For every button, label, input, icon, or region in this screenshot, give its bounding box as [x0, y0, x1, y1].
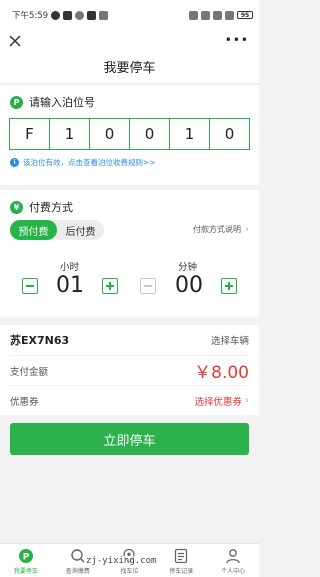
hours-decrement-button[interactable] [22, 278, 38, 294]
park-now-button[interactable]: 立即停车 [10, 423, 249, 455]
amount-label: 支付金额 [10, 366, 49, 378]
info-icon: i [10, 158, 19, 167]
bluetooth-icon [189, 10, 198, 20]
wifi-icon [225, 10, 234, 20]
battery-level: 95 [240, 11, 250, 19]
amount-row: 支付金额 ￥8.00 [10, 355, 249, 385]
berth-char-cell[interactable]: 1 [170, 119, 210, 149]
svg-text:P: P [23, 553, 30, 563]
payment-section-label: 付费方式 [29, 201, 73, 214]
vehicle-row: 苏EX7N63 选择车辆 [10, 325, 249, 355]
watermark: zj-yixing.com [84, 556, 159, 566]
payment-section-title: ¥ 付费方式 [10, 199, 73, 215]
person-icon [226, 549, 240, 564]
amount-value: ￥8.00 [194, 363, 249, 383]
list-icon [175, 548, 188, 564]
minutes-label: 分钟 [178, 262, 198, 273]
tab-label: 查询缴费 [65, 568, 90, 575]
tab-profile[interactable]: 个人中心 [207, 544, 259, 577]
app-notification-icon [63, 10, 73, 20]
tab-label: 我要停车 [13, 568, 38, 575]
order-card: 苏EX7N63 选择车辆 支付金额 ￥8.00 优惠券 选择优惠券 › [0, 325, 259, 415]
minutes-decrement-button[interactable] [140, 278, 156, 294]
select-coupon-label: 选择优惠券 [194, 396, 242, 408]
berth-input[interactable]: F 1 0 0 1 0 [9, 118, 250, 150]
prepay-option[interactable]: 预付费 [10, 220, 57, 240]
berth-notice-text: 该泊位有效，点击查看泊位收费规则>> [23, 158, 156, 167]
app-icon [87, 10, 97, 20]
tab-parking-records[interactable]: 停车记录 [155, 544, 207, 577]
select-coupon-link[interactable]: 选择优惠券 › [194, 394, 249, 408]
hours-value: 01 [56, 273, 84, 298]
coupon-row: 优惠券 选择优惠券 › [10, 385, 249, 415]
signal-icon [213, 10, 222, 20]
more-options-icon[interactable]: ••• [225, 34, 249, 46]
berth-section-title: P 请输入泊位号 [10, 94, 95, 110]
postpay-option[interactable]: 后付费 [57, 220, 104, 240]
minutes-value: 00 [175, 273, 203, 298]
berth-notice-link[interactable]: i 该泊位有效，点击查看泊位收费规则>> [10, 157, 156, 168]
title-bar: ••• [0, 30, 259, 54]
status-bar: 下午5:59 95 [0, 0, 259, 30]
berth-char-cell[interactable]: 0 [210, 119, 249, 149]
hours-label: 小时 [60, 262, 80, 273]
parking-icon: P [18, 549, 33, 563]
battery-indicator: 95 [237, 11, 253, 19]
vehicle-plate: 苏EX7N63 [10, 334, 70, 347]
hours-increment-button[interactable] [102, 278, 118, 294]
payment-method-note-link[interactable]: 付款方式说明 › [193, 224, 249, 235]
chevron-right-icon: › [245, 395, 249, 406]
berth-char-cell[interactable]: 0 [90, 119, 130, 149]
parking-icon: P [10, 95, 23, 109]
status-left: 下午5:59 [12, 9, 109, 21]
money-icon: ¥ [10, 200, 23, 214]
payment-method-note-label: 付款方式说明 [193, 225, 241, 234]
minutes-increment-button[interactable] [221, 278, 237, 294]
payment-card: ¥ 付费方式 预付费 后付费 付款方式说明 › 小时 01 分钟 00 [0, 190, 259, 317]
chevron-right-icon: › [245, 224, 249, 235]
select-vehicle-link[interactable]: 选择车辆 [211, 333, 249, 347]
status-right: 95 [189, 10, 253, 20]
notification-icon [51, 10, 61, 20]
tab-label: 找车位 [120, 568, 139, 575]
mute-icon [201, 10, 210, 20]
status-time: 下午5:59 [12, 11, 49, 21]
app-icon [99, 10, 109, 20]
berth-char-cell[interactable]: 0 [130, 119, 170, 149]
qq-icon [75, 10, 85, 20]
berth-char-cell[interactable]: F [10, 119, 50, 149]
berth-card: P 请输入泊位号 F 1 0 0 1 0 i 该泊位有效，点击查看泊位收费规则>… [0, 85, 259, 185]
berth-section-label: 请输入泊位号 [29, 96, 95, 109]
tab-label: 个人中心 [221, 568, 246, 575]
berth-char-cell[interactable]: 1 [50, 119, 90, 149]
tab-park[interactable]: P 我要停车 [0, 544, 52, 577]
coupon-label: 优惠券 [10, 396, 39, 408]
page-title: 我要停车 [0, 54, 259, 84]
close-icon[interactable] [6, 32, 24, 50]
tab-label: 停车记录 [169, 568, 194, 575]
payment-type-toggle: 预付费 后付费 [10, 220, 104, 240]
